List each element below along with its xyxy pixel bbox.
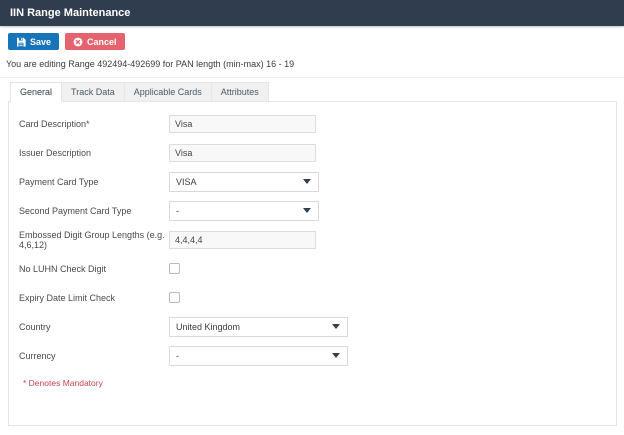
expiry-date-limit-check-checkbox[interactable] (169, 292, 180, 303)
page-title: IIN Range Maintenance (0, 0, 624, 26)
second-payment-card-type-select[interactable]: - (169, 200, 319, 221)
chevron-down-icon (332, 324, 340, 329)
mandatory-footnote: * Denotes Mandatory (23, 378, 103, 388)
editing-range-info: You are editing Range 492494-492699 for … (6, 59, 295, 69)
divider (0, 77, 624, 78)
chevron-down-icon (303, 179, 311, 184)
form-row-country: Country United Kingdom (9, 312, 616, 341)
second-payment-card-type-selected-value: - (176, 205, 179, 216)
tab-applicable-cards[interactable]: Applicable Cards (124, 82, 212, 102)
tab-bar: General Track Data Applicable Cards Attribu… (10, 82, 624, 102)
currency-selected-value: - (176, 350, 179, 361)
currency-select[interactable]: - (169, 345, 348, 366)
cancel-button-label: Cancel (87, 36, 117, 47)
save-button[interactable]: Save (8, 33, 60, 50)
country-select[interactable]: United Kingdom (169, 316, 348, 337)
chevron-down-icon (332, 353, 340, 358)
tab-general[interactable]: General (10, 82, 63, 102)
no-luhn-check-digit-label: No LUHN Check Digit (19, 263, 107, 274)
embossed-digit-group-lengths-input[interactable] (169, 230, 316, 249)
cancel-button[interactable]: Cancel (65, 33, 125, 50)
form-row-issuer-description: Issuer Description (9, 138, 616, 167)
issuer-description-label: Issuer Description (19, 147, 92, 158)
toolbar: Save Cancel (8, 33, 624, 50)
embossed-digit-group-lengths-label: Embossed Digit Group Lengths (e.g. 4,6,1… (19, 229, 165, 250)
form-fields: Card Description* Issuer Description Payme… (9, 109, 616, 370)
form-row-no-luhn-check-digit: No LUHN Check Digit (9, 254, 616, 283)
no-luhn-check-digit-checkbox[interactable] (169, 263, 180, 274)
second-payment-card-type-label: Second Payment Card Type (19, 205, 132, 216)
issuer-description-input[interactable] (169, 143, 316, 162)
payment-card-type-selected-value: VISA (176, 176, 197, 187)
card-description-input[interactable] (169, 114, 316, 133)
form-row-card-description: Card Description* (9, 109, 616, 138)
payment-card-type-select[interactable]: VISA (169, 171, 319, 192)
tab-track-data[interactable]: Track Data (62, 82, 125, 102)
form-row-expiry-date-limit-check: Expiry Date Limit Check (9, 283, 616, 312)
save-button-label: Save (30, 36, 52, 47)
general-tab-panel: Card Description* Issuer Description Payme… (8, 101, 617, 426)
country-selected-value: United Kingdom (176, 321, 241, 332)
circle-x-icon (73, 37, 83, 47)
form-row-embossed-digit-group-lengths: Embossed Digit Group Lengths (e.g. 4,6,1… (9, 225, 616, 254)
floppy-disk-icon (16, 37, 26, 47)
form-row-second-payment-card-type: Second Payment Card Type - (9, 196, 616, 225)
card-description-label: Card Description* (19, 118, 90, 129)
country-label: Country (19, 321, 51, 332)
form-row-payment-card-type: Payment Card Type VISA (9, 167, 616, 196)
form-row-currency: Currency - (9, 341, 616, 370)
tab-attributes[interactable]: Attributes (211, 82, 269, 102)
payment-card-type-label: Payment Card Type (19, 176, 99, 187)
currency-label: Currency (19, 350, 56, 361)
chevron-down-icon (303, 208, 311, 213)
expiry-date-limit-check-label: Expiry Date Limit Check (19, 292, 116, 303)
